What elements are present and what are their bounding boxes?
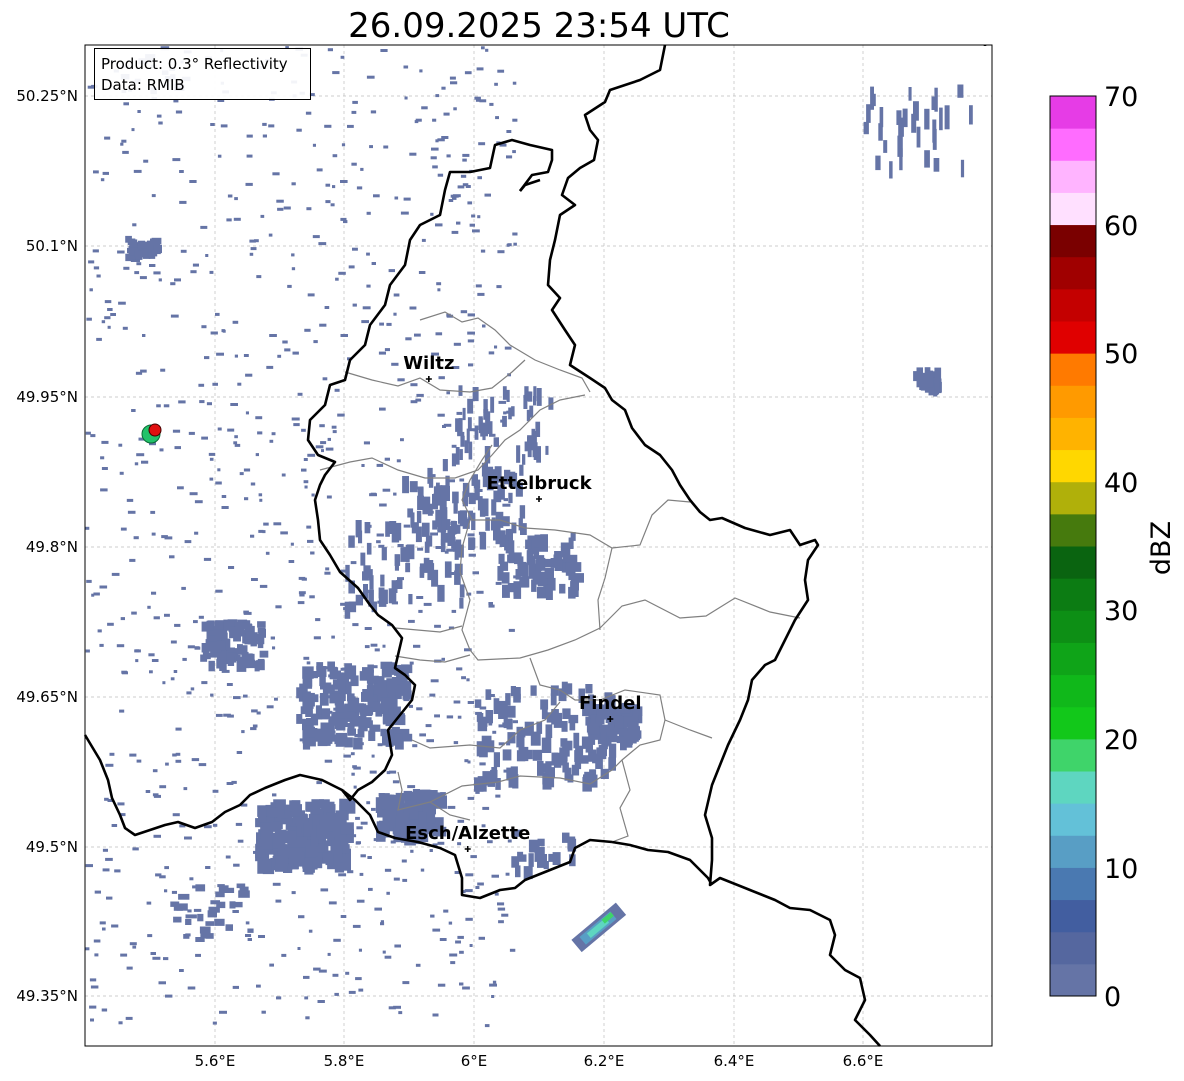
x-tick-label: 6.2°E [584, 1052, 625, 1070]
y-axis-ticks: 50.25°N 50.1°N 49.95°N 49.8°N 49.65°N 49… [16, 87, 78, 1005]
colorbar-segment [1050, 256, 1096, 290]
colorbar-segment [1050, 481, 1096, 515]
x-tick-label: 6.4°E [714, 1052, 755, 1070]
colorbar-segment [1050, 546, 1096, 579]
city-label: Esch/Alzette [405, 823, 530, 844]
y-tick-label: 49.35°N [16, 987, 78, 1005]
colorbar-segment [1050, 160, 1096, 193]
colorbar-tick: 20 [1104, 725, 1138, 756]
colorbar-tick: 60 [1104, 211, 1138, 242]
colorbar-segment [1050, 353, 1096, 386]
colorbar-tick: 50 [1104, 339, 1138, 370]
colorbar-segment [1050, 963, 1096, 997]
colorbar-segment [1050, 738, 1096, 772]
y-tick-label: 49.65°N [16, 688, 78, 706]
colorbar-segment [1050, 385, 1096, 418]
colorbar-segment [1050, 835, 1096, 868]
colorbar-segment [1050, 321, 1096, 354]
colorbar-segment [1050, 224, 1096, 258]
colorbar-segment [1050, 803, 1096, 836]
colorbar-segment [1050, 931, 1096, 965]
colorbar-segment [1050, 96, 1096, 129]
x-tick-label: 5.8°E [324, 1052, 365, 1070]
colorbar-label: dBZ [1146, 521, 1177, 575]
colorbar-segment [1050, 867, 1096, 901]
colorbar-segment [1050, 899, 1096, 933]
colorbar-ticks: 0 10 20 30 40 50 60 70 [1104, 82, 1138, 1013]
colorbar-segment [1050, 417, 1096, 451]
colorbar-segment [1050, 192, 1096, 226]
city-label: Findel [579, 693, 642, 714]
y-tick-label: 49.95°N [16, 388, 78, 406]
colorbar-segment [1050, 674, 1096, 708]
y-tick-label: 49.5°N [26, 838, 78, 856]
x-tick-label: 6°E [461, 1052, 488, 1070]
radar-site-marker [141, 423, 162, 444]
data-source-label: Data: RMIB [101, 76, 185, 94]
colorbar-segment [1050, 513, 1096, 547]
product-info-box: Product: 0.3° Reflectivity Data: RMIB [94, 48, 311, 100]
colorbar-segment [1050, 288, 1096, 322]
y-tick-label: 50.1°N [26, 237, 78, 255]
colorbar-segment [1050, 610, 1096, 643]
colorbar-segment [1050, 706, 1096, 740]
y-tick-label: 49.8°N [26, 538, 78, 556]
x-axis-ticks: 5.6°E 5.8°E 6°E 6.2°E 6.4°E 6.6°E [195, 1052, 884, 1070]
colorbar-segment [1050, 128, 1096, 161]
colorbar-tick: 0 [1104, 982, 1121, 1013]
colorbar-tick: 40 [1104, 468, 1138, 499]
x-tick-label: 6.6°E [843, 1052, 884, 1070]
colorbar-tick: 30 [1104, 596, 1138, 627]
city-label: Wiltz [403, 353, 454, 374]
colorbar-segment [1050, 578, 1096, 611]
colorbar-segment [1050, 642, 1096, 676]
colorbar [1050, 96, 1096, 997]
y-tick-label: 50.25°N [16, 87, 78, 105]
colorbar-segment [1050, 449, 1096, 483]
radar-map-figure: Wiltz Ettelbruck Findel Esch/Alzette 5.6°E … [16, 44, 1177, 1070]
colorbar-segment [1050, 771, 1096, 804]
colorbar-tick: 10 [1104, 854, 1138, 885]
city-label: Ettelbruck [486, 473, 592, 494]
colorbar-tick: 70 [1104, 82, 1138, 113]
product-label: Product: 0.3° Reflectivity [101, 55, 288, 73]
x-tick-label: 5.6°E [195, 1052, 236, 1070]
